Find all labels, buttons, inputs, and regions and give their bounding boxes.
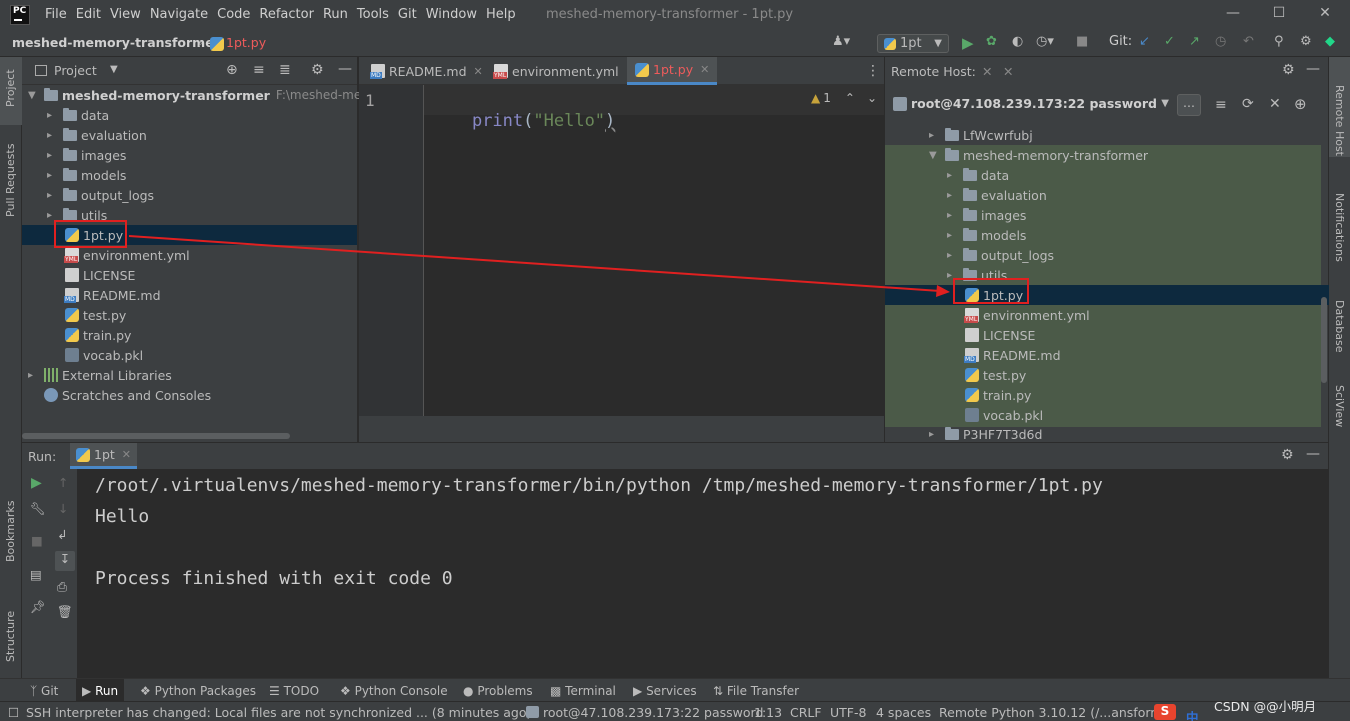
run-toolbar: ▶ ↑ 🔧︎ ↓ ■ ↲ ↧ ▤ ⎙ 📌︎ 🗑︎ [22,469,77,678]
tool-window-label: Python Packages [154,684,256,698]
tool-window-label: Git [41,684,59,698]
tool-window-git[interactable]: ᛉ Git [30,684,58,698]
soft-wrap-icon[interactable]: ↲ [57,527,67,542]
scroll-down-icon[interactable]: ↓ [58,501,68,516]
scroll-up-icon[interactable]: ↑ [58,475,68,490]
tool-window-python-console[interactable]: ❖ Python Console [340,684,448,698]
run-panel-header: Run: 1pt ✕ ⚙ — [22,442,1328,469]
tool-window-file-transfer[interactable]: ⇅ File Transfer [713,684,799,698]
problems-icon: ● [463,684,474,698]
status-message[interactable]: SSH interpreter has changed: Local files… [26,705,531,720]
terminal-icon: ▩ [550,684,562,698]
sogou-ime-icon[interactable]: S [1154,704,1176,720]
sftp-server-icon [526,706,539,718]
status-interpreter[interactable]: Remote Python 3.10.12 (/...ansforme [939,705,1170,720]
file-transfer-icon: ⇅ [713,684,724,698]
run-icon: ▶ [82,684,92,698]
close-tab-icon[interactable]: ✕ [122,448,131,461]
stop-icon[interactable]: ■ [31,533,43,548]
tool-window-python-packages[interactable]: ❖ Python Packages [140,684,256,698]
run-tab-1pt[interactable]: 1pt ✕ [70,443,138,469]
tool-window-terminal[interactable]: ▩ Terminal [550,684,616,698]
pin-icon[interactable]: 📌︎ [30,599,46,615]
ime-mode[interactable]: 中 [1186,707,1199,721]
status-line-separator[interactable]: CRLF [790,705,822,720]
python-file-icon [76,447,90,462]
layout-icon[interactable]: ▤ [30,567,42,582]
tool-window-label: Terminal [565,684,616,698]
status-icon: ☐ [8,705,20,720]
tool-window-label: Run [95,684,119,698]
settings-gear-icon[interactable]: ⚙ [1281,447,1294,463]
csdn-watermark: CSDN @@小明月 [1214,699,1317,714]
status-connection[interactable]: root@47.108.239.173:22 password [543,705,763,720]
status-bar: ☐ SSH interpreter has changed: Local fil… [0,699,1350,721]
status-indent[interactable]: 4 spaces [876,705,931,720]
tool-window-label: TODO [283,684,320,698]
todo-icon: ☰ [269,684,280,698]
hide-panel-icon[interactable]: — [1306,446,1320,462]
annotation-arrow-line [128,235,941,292]
python-console-icon: ❖ [340,684,351,698]
console-line: /root/.virtualenvs/meshed-memory-transfo… [95,475,1103,496]
annotation-arrow-head [936,285,950,297]
print-icon[interactable]: ⎙ [57,579,67,595]
scroll-to-end-icon[interactable]: ↧ [55,551,75,571]
packages-icon: ❖ [140,684,151,698]
tool-window-problems[interactable]: ● Problems [463,684,533,698]
tool-window-services[interactable]: ▶ Services [633,684,697,698]
tool-window-label: Services [646,684,697,698]
console-line: Hello [95,506,150,527]
trash-icon[interactable]: 🗑︎ [57,604,73,620]
rerun-icon[interactable]: ▶ [31,475,42,491]
tool-window-run[interactable]: ▶ Run [76,679,125,701]
tool-window-label: File Transfer [726,684,800,698]
services-icon: ▶ [633,684,643,698]
console-line: Process finished with exit code 0 [95,568,453,589]
status-encoding[interactable]: UTF-8 [830,705,866,720]
tool-window-bar: ᛉ Git ▶ Run ❖ Python Packages ☰ TODO ❖ P… [0,678,1350,701]
tool-window-todo[interactable]: ☰ TODO [269,684,319,698]
tool-window-label: Problems [477,684,533,698]
git-branch-icon: ᛉ [30,684,38,698]
wrench-icon[interactable]: 🔧︎ [30,501,46,517]
status-caret-position[interactable]: 1:13 [754,705,782,720]
run-console[interactable]: /root/.virtualenvs/meshed-memory-transfo… [77,469,1328,678]
tool-window-label: Python Console [354,684,448,698]
run-panel-label: Run: [28,449,57,464]
run-tab-label: 1pt [94,447,115,462]
